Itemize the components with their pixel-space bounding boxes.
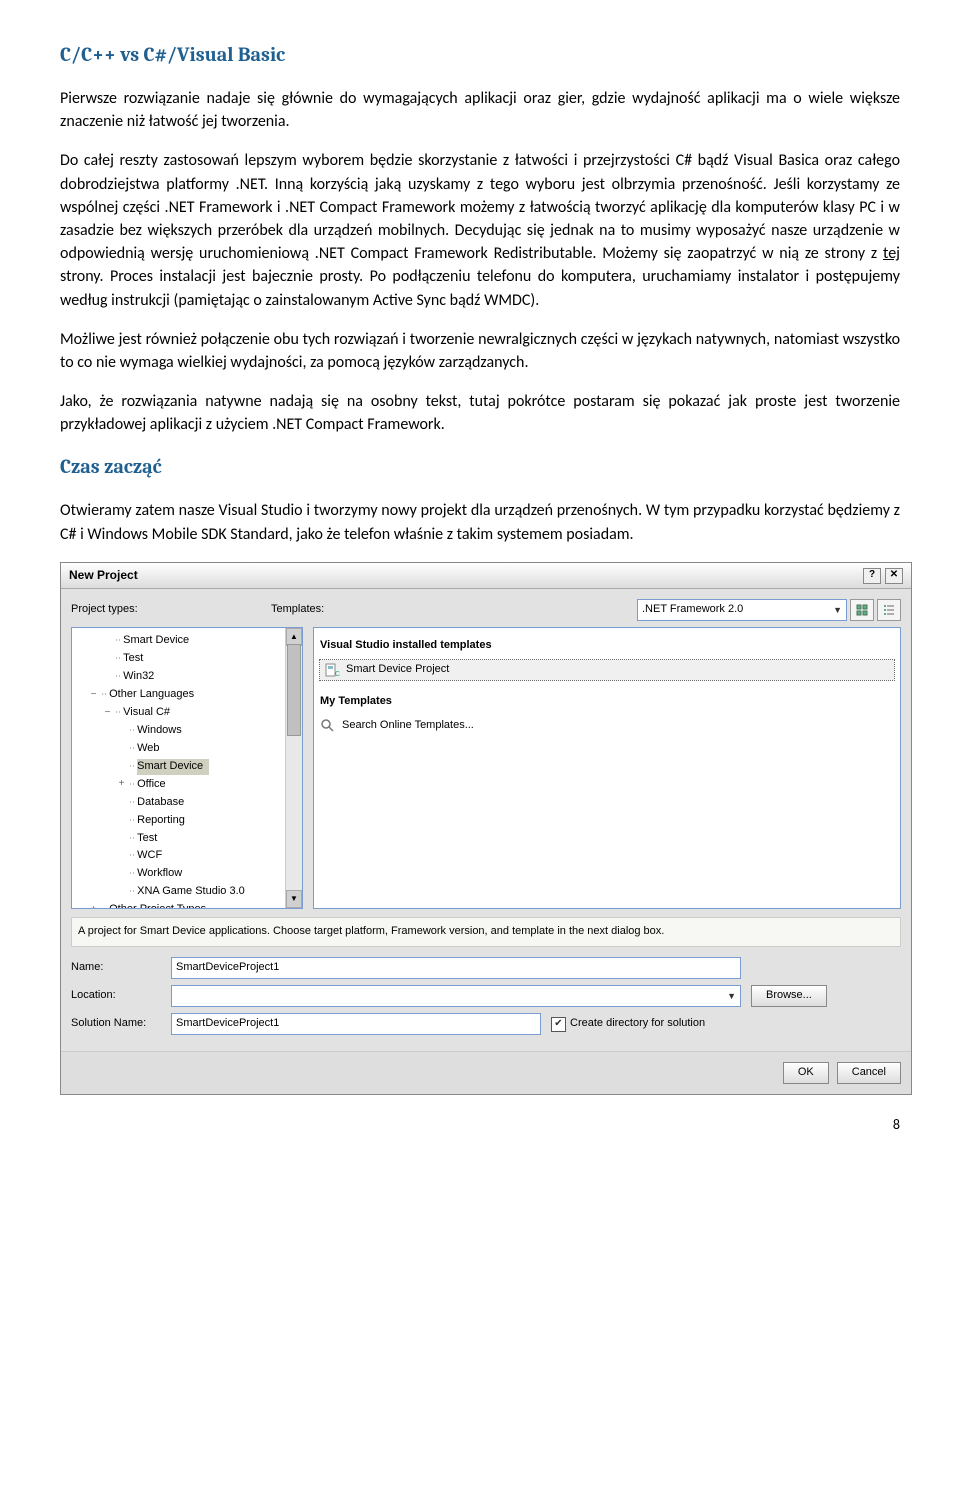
tree-item[interactable]: ∙∙XNA Game Studio 3.0	[74, 883, 300, 901]
solution-name-input[interactable]: SmartDeviceProject1	[171, 1013, 541, 1035]
ok-button[interactable]: OK	[783, 1062, 829, 1084]
tree-item[interactable]: ∙∙Smart Device	[74, 758, 300, 776]
close-button[interactable]: ✕	[885, 568, 903, 584]
tree-item[interactable]: +∙∙Other Project Types	[74, 901, 300, 909]
chevron-down-icon: ▼	[833, 604, 842, 617]
location-combo[interactable]: ▼	[171, 985, 741, 1007]
project-types-label: Project types:	[71, 602, 171, 618]
cancel-button[interactable]: Cancel	[837, 1062, 901, 1084]
browse-button[interactable]: Browse...	[751, 985, 827, 1007]
tree-item[interactable]: ∙∙Smart Device	[74, 632, 300, 650]
tree-item[interactable]: ∙∙Web	[74, 740, 300, 758]
view-large-icons-button[interactable]	[850, 599, 874, 621]
view-small-icons-button[interactable]	[877, 599, 901, 621]
dialog-titlebar[interactable]: New Project ? ✕	[61, 563, 911, 589]
search-icon	[320, 718, 336, 734]
name-label: Name:	[71, 960, 161, 976]
tree-item[interactable]: −∙∙Other Languages	[74, 686, 300, 704]
help-button[interactable]: ?	[863, 568, 881, 584]
paragraph-mixed: Możliwe jest również połączenie obu tych…	[60, 328, 900, 374]
location-label: Location:	[71, 988, 161, 1004]
tree-item[interactable]: ∙∙Test	[74, 830, 300, 848]
scroll-thumb[interactable]	[287, 644, 301, 736]
template-smart-device-project[interactable]: C# Smart Device Project	[320, 660, 894, 680]
project-types-tree[interactable]: ∙∙Smart Device∙∙Test∙∙Win32−∙∙Other Lang…	[71, 627, 303, 909]
new-project-dialog: New Project ? ✕ Project types: Templates…	[60, 562, 912, 1095]
framework-combo[interactable]: .NET Framework 2.0 ▼	[637, 599, 847, 621]
tree-item[interactable]: −∙∙Visual C#	[74, 704, 300, 722]
collapse-icon[interactable]: −	[88, 688, 99, 703]
tree-item[interactable]: ∙∙Win32	[74, 668, 300, 686]
svg-text:C#: C#	[335, 671, 340, 678]
project-icon: C#	[324, 662, 340, 678]
tree-item[interactable]: ∙∙Reporting	[74, 812, 300, 830]
tree-item[interactable]: ∙∙Database	[74, 794, 300, 812]
templates-group-my: My Templates	[320, 694, 894, 710]
scroll-down-icon[interactable]: ▼	[286, 890, 302, 908]
templates-label: Templates:	[271, 602, 637, 618]
expand-icon[interactable]: +	[116, 777, 127, 792]
create-directory-checkbox[interactable]: ✔ Create directory for solution	[551, 1016, 705, 1032]
heading-czas-zaczac: Czas zacząć	[60, 452, 900, 481]
tree-item[interactable]: +∙∙Office	[74, 776, 300, 794]
tree-scrollbar[interactable]: ▲ ▼	[285, 628, 302, 908]
page-number: 8	[60, 1115, 900, 1135]
checkbox-icon: ✔	[551, 1017, 566, 1032]
templates-list[interactable]: Visual Studio installed templates C# Sma…	[313, 627, 901, 909]
tree-item[interactable]: ∙∙Windows	[74, 722, 300, 740]
expand-icon[interactable]: +	[88, 903, 99, 909]
tree-item[interactable]: ∙∙Test	[74, 650, 300, 668]
templates-group-installed: Visual Studio installed templates	[320, 638, 894, 654]
template-description: A project for Smart Device applications.…	[71, 917, 901, 947]
paragraph-net: Do całej reszty zastosowań lepszym wybor…	[60, 149, 900, 311]
dialog-title: New Project	[69, 567, 138, 584]
chevron-down-icon: ▼	[727, 990, 736, 1003]
link-tej[interactable]: tej	[883, 244, 900, 263]
name-input[interactable]: SmartDeviceProject1	[171, 957, 741, 979]
heading-ccpp-vs-csharp: C/C++ vs C#/Visual Basic	[60, 40, 900, 69]
tree-item[interactable]: ∙∙WCF	[74, 847, 300, 865]
paragraph-intro: Pierwsze rozwiązanie nadaje się głównie …	[60, 87, 900, 133]
paragraph-native: Jako, że rozwiązania natywne nadają się …	[60, 390, 900, 436]
tree-item[interactable]: ∙∙Workflow	[74, 865, 300, 883]
solution-name-label: Solution Name:	[71, 1016, 161, 1032]
collapse-icon[interactable]: −	[102, 706, 113, 721]
template-search-online[interactable]: Search Online Templates...	[320, 716, 894, 736]
paragraph-open-vs: Otwieramy zatem nasze Visual Studio i tw…	[60, 499, 900, 545]
